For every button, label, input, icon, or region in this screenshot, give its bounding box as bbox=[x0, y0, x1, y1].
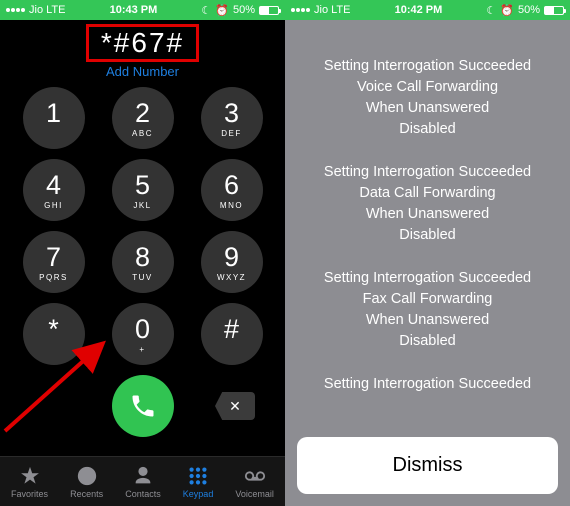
key-letters: GHI bbox=[44, 201, 63, 209]
tab-label: Contacts bbox=[125, 489, 161, 499]
signal-icon bbox=[6, 8, 25, 12]
tab-keypad[interactable]: Keypad bbox=[183, 465, 214, 499]
keypad-icon bbox=[187, 465, 209, 487]
key-digit: 5 bbox=[135, 172, 150, 199]
key-2[interactable]: 2 ABC bbox=[112, 87, 174, 149]
key-letters: MNO bbox=[220, 201, 243, 209]
key-digit: 7 bbox=[46, 244, 61, 271]
tab-contacts[interactable]: Contacts bbox=[125, 465, 161, 499]
battery-pct: 50% bbox=[518, 4, 540, 16]
key-digit: 6 bbox=[224, 172, 239, 199]
tab-favorites[interactable]: Favorites bbox=[11, 465, 48, 499]
signal-icon bbox=[291, 8, 310, 12]
moon-icon: ☾ bbox=[486, 4, 496, 17]
key-8[interactable]: 8 TUV bbox=[112, 231, 174, 293]
key-letters: PQRS bbox=[39, 273, 68, 281]
tab-bar: Favorites Recents Contacts Keypad Voicemail bbox=[0, 456, 285, 506]
result-body: Setting Interrogation SucceededVoice Cal… bbox=[285, 20, 570, 506]
result-screen: Jio LTE 10:42 PM ☾ ⏰ 50% Setting Interro… bbox=[285, 0, 570, 506]
result-block-1: Setting Interrogation SucceededData Call… bbox=[303, 162, 552, 246]
key-letters: JKL bbox=[133, 201, 151, 209]
key-letters: ABC bbox=[132, 129, 153, 137]
result-line: Setting Interrogation Succeeded bbox=[303, 56, 552, 77]
key-6[interactable]: 6 MNO bbox=[201, 159, 263, 221]
key-digit: 8 bbox=[135, 244, 150, 271]
result-line-partial: Setting Interrogation Succeeded bbox=[303, 374, 552, 395]
key-0[interactable]: 0+ bbox=[112, 303, 174, 365]
key-letters: DEF bbox=[221, 129, 242, 137]
result-line: Setting Interrogation Succeeded bbox=[303, 162, 552, 183]
battery-icon bbox=[259, 6, 279, 15]
key-#[interactable]: # bbox=[201, 303, 263, 365]
status-bar: Jio LTE 10:43 PM ☾ ⏰ 50% bbox=[0, 0, 285, 20]
result-line: Setting Interrogation Succeeded bbox=[303, 268, 552, 289]
result-line: Disabled bbox=[303, 225, 552, 246]
key-1[interactable]: 1 bbox=[23, 87, 85, 149]
key-4[interactable]: 4 GHI bbox=[23, 159, 85, 221]
battery-pct: 50% bbox=[233, 4, 255, 16]
tab-label: Recents bbox=[70, 489, 103, 499]
result-block-2: Setting Interrogation SucceededFax Call … bbox=[303, 268, 552, 352]
key-digit: 2 bbox=[135, 100, 150, 127]
tab-voicemail[interactable]: Voicemail bbox=[235, 465, 274, 499]
key-digit: 4 bbox=[46, 172, 61, 199]
key-digit: 1 bbox=[46, 100, 61, 127]
result-line: Disabled bbox=[303, 119, 552, 140]
voicemail-icon bbox=[244, 465, 266, 487]
key-letters: WXYZ bbox=[217, 273, 246, 281]
result-line: When Unanswered bbox=[303, 98, 552, 119]
result-line: When Unanswered bbox=[303, 204, 552, 225]
carrier-label: Jio LTE bbox=[29, 4, 65, 16]
key-letters: TUV bbox=[132, 273, 153, 281]
status-time: 10:43 PM bbox=[65, 4, 201, 16]
phone-icon bbox=[129, 392, 157, 420]
delete-button[interactable]: ✕ bbox=[215, 392, 255, 420]
entered-number: *#67# bbox=[95, 27, 190, 59]
result-line: Voice Call Forwarding bbox=[303, 77, 552, 98]
key-*[interactable]: * bbox=[23, 303, 85, 365]
result-line: Data Call Forwarding bbox=[303, 183, 552, 204]
status-bar: Jio LTE 10:42 PM ☾ ⏰ 50% bbox=[285, 0, 570, 20]
key-7[interactable]: 7 PQRS bbox=[23, 231, 85, 293]
moon-icon: ☾ bbox=[201, 4, 211, 17]
battery-icon bbox=[544, 6, 564, 15]
key-9[interactable]: 9 WXYZ bbox=[201, 231, 263, 293]
key-digit: 3 bbox=[224, 100, 239, 127]
tab-label: Keypad bbox=[183, 489, 214, 499]
key-5[interactable]: 5 JKL bbox=[112, 159, 174, 221]
alarm-icon: ⏰ bbox=[500, 4, 514, 17]
result-block-0: Setting Interrogation SucceededVoice Cal… bbox=[303, 56, 552, 140]
result-line: Fax Call Forwarding bbox=[303, 289, 552, 310]
annotation-highlight: *#67# bbox=[86, 24, 199, 62]
key-3[interactable]: 3 DEF bbox=[201, 87, 263, 149]
favorites-icon bbox=[19, 465, 41, 487]
result-line: When Unanswered bbox=[303, 310, 552, 331]
dial-display: *#67# Add Number bbox=[0, 20, 285, 79]
recents-icon bbox=[76, 465, 98, 487]
call-button[interactable] bbox=[112, 375, 174, 437]
key-digit: * bbox=[48, 316, 59, 343]
contacts-icon bbox=[132, 465, 154, 487]
dialer-screen: Jio LTE 10:43 PM ☾ ⏰ 50% *#67# Add Numbe… bbox=[0, 0, 285, 506]
add-number-button[interactable]: Add Number bbox=[0, 64, 285, 79]
key-digit: # bbox=[224, 316, 239, 343]
status-time: 10:42 PM bbox=[350, 4, 486, 16]
dismiss-button[interactable]: Dismiss bbox=[297, 437, 558, 494]
carrier-label: Jio LTE bbox=[314, 4, 350, 16]
key-digit: 9 bbox=[224, 244, 239, 271]
key-letters: + bbox=[139, 345, 145, 353]
result-line: Disabled bbox=[303, 331, 552, 352]
tab-label: Voicemail bbox=[235, 489, 274, 499]
keypad: 12ABC3DEF4GHI5JKL6MNO7PQRS8TUV9WXYZ*0+# bbox=[0, 79, 285, 365]
tab-recents[interactable]: Recents bbox=[70, 465, 103, 499]
tab-label: Favorites bbox=[11, 489, 48, 499]
delete-icon: ✕ bbox=[229, 398, 241, 415]
alarm-icon: ⏰ bbox=[215, 4, 229, 17]
key-digit: 0 bbox=[135, 316, 150, 343]
